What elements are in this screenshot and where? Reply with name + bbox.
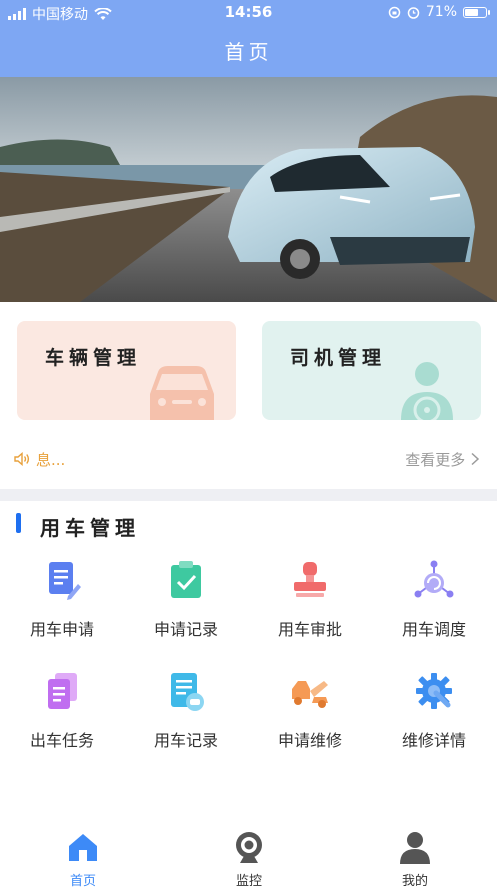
grid-item-label: 申请维修 — [277, 731, 342, 750]
document-edit-icon — [49, 562, 81, 600]
tab-label: 首页 — [69, 874, 96, 889]
car-icon — [150, 366, 214, 420]
grid-item-label: 出车任务 — [29, 731, 94, 750]
grid-item-label: 申请记录 — [153, 620, 218, 639]
battery-icon — [463, 6, 490, 18]
grid-item-apply[interactable]: 用车申请 — [0, 560, 124, 660]
tow-truck-icon — [292, 681, 328, 708]
grid-item-label: 用车审批 — [277, 620, 342, 639]
rotation-lock-icon — [388, 6, 401, 18]
dispatch-icon — [414, 560, 454, 598]
section-divider — [0, 489, 497, 501]
view-more-label: 查看更多 — [405, 451, 466, 469]
vehicle-management-card[interactable]: 车辆管理 — [17, 321, 236, 420]
bottom-tab-bar: 首页 监控 我的 — [0, 820, 497, 889]
speaker-icon — [14, 452, 30, 466]
alarm-icon — [407, 6, 420, 19]
banner-illustration — [0, 77, 497, 302]
section-accent-bar — [16, 513, 21, 533]
tab-monitor[interactable]: 监控 — [199, 830, 299, 889]
section-title: 用车管理 — [40, 516, 140, 540]
chevron-right-icon — [471, 452, 480, 466]
grid-item-apply-records[interactable]: 申请记录 — [124, 560, 248, 660]
tab-profile[interactable]: 我的 — [365, 830, 465, 889]
car-record-icon — [171, 673, 204, 711]
user-icon — [400, 832, 430, 864]
clipboard-check-icon — [171, 561, 201, 598]
tab-label: 监控 — [235, 874, 262, 889]
tab-home[interactable]: 首页 — [33, 830, 133, 889]
view-more-link[interactable]: 查看更多 — [405, 449, 480, 470]
grid-item-dispatch[interactable]: 用车调度 — [372, 560, 496, 660]
grid-item-tasks[interactable]: 出车任务 — [0, 671, 124, 771]
grid-item-usage-records[interactable]: 用车记录 — [124, 671, 248, 771]
notice-bar[interactable]: 息... 查看更多 — [14, 447, 484, 471]
banner-car-image[interactable] — [0, 77, 497, 302]
gear-wrench-icon — [416, 673, 452, 709]
status-bar: 中国移动 14:56 71% — [0, 0, 497, 26]
stamp-icon — [294, 562, 326, 597]
notice-text: 息... — [36, 451, 66, 469]
grid-item-label: 维修详情 — [401, 731, 466, 750]
grid-item-repair-details[interactable]: 维修详情 — [372, 671, 496, 771]
grid-item-label: 用车调度 — [401, 620, 466, 639]
camera-icon — [236, 832, 262, 863]
grid-item-repair-apply[interactable]: 申请维修 — [248, 671, 372, 771]
vehicle-management-label: 车辆管理 — [45, 347, 142, 369]
driver-management-label: 司机管理 — [290, 347, 387, 369]
home-icon — [69, 834, 97, 861]
grid-item-label: 用车记录 — [153, 731, 218, 750]
grid-item-label: 用车申请 — [29, 620, 94, 639]
page-title: 首页 — [224, 40, 273, 64]
driver-icon — [401, 362, 453, 420]
tab-label: 我的 — [401, 874, 428, 889]
task-docs-icon — [48, 673, 77, 709]
driver-management-card[interactable]: 司机管理 — [262, 321, 481, 420]
battery-percent: 71% — [425, 4, 457, 20]
grid-item-approval[interactable]: 用车审批 — [248, 560, 372, 660]
